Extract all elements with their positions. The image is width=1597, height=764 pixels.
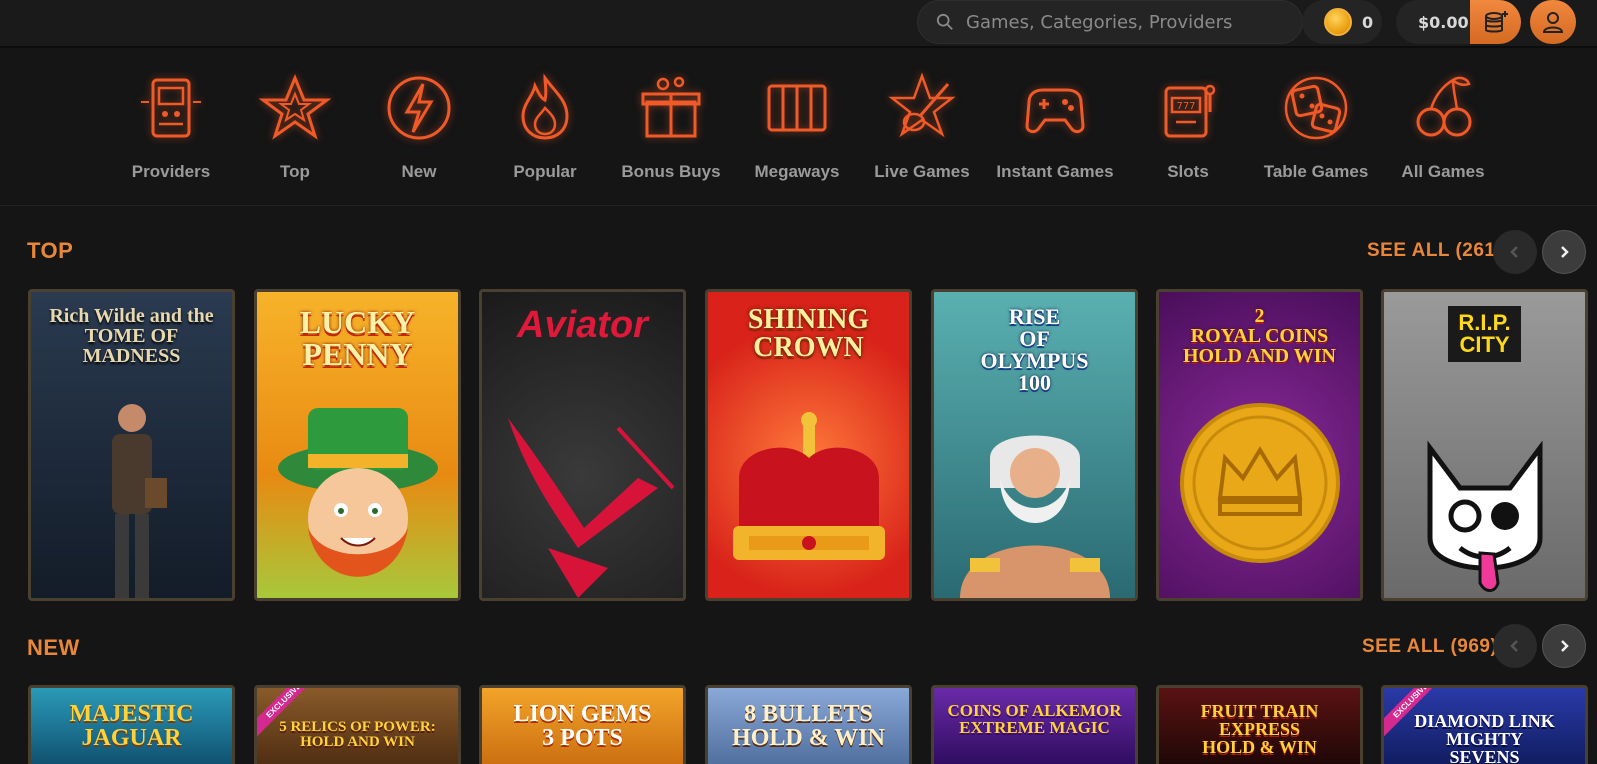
user-icon bbox=[1542, 12, 1564, 33]
category-label: Instant Games bbox=[996, 162, 1114, 181]
category-all-games[interactable]: All Games bbox=[1383, 68, 1503, 182]
carousel-next-button[interactable] bbox=[1542, 230, 1586, 274]
carousel-prev-button[interactable] bbox=[1493, 230, 1537, 274]
category-label: Live Games bbox=[874, 162, 970, 181]
game-title: RISE OF OLYMPUS 100 bbox=[980, 304, 1089, 395]
category-live-games[interactable]: Live Games bbox=[862, 68, 982, 182]
guitar-icon bbox=[884, 68, 960, 148]
category-providers[interactable]: Providers bbox=[111, 68, 231, 182]
chevron-left-icon bbox=[1510, 640, 1518, 652]
category-label: Bonus Buys bbox=[621, 162, 721, 181]
search-input[interactable] bbox=[966, 11, 1286, 33]
game-title: 2 ROYAL COINS HOLD AND WIN bbox=[1183, 305, 1336, 367]
game-art bbox=[482, 398, 683, 598]
star-icon bbox=[257, 68, 333, 148]
category-slots[interactable]: 777 Slots bbox=[1128, 68, 1248, 182]
see-all-link[interactable]: SEE ALL (969) bbox=[1362, 636, 1497, 658]
see-all-link[interactable]: SEE ALL (261) bbox=[1367, 240, 1502, 262]
balance-amount: $0.00 bbox=[1418, 12, 1469, 32]
chevron-right-icon bbox=[1561, 640, 1569, 652]
coin-stack-icon bbox=[1484, 11, 1508, 33]
game-title: R.I.P. CITY bbox=[1448, 306, 1521, 362]
svg-text:777: 777 bbox=[1176, 101, 1195, 112]
game-card[interactable]: SHINING CROWN bbox=[705, 289, 912, 601]
game-art bbox=[934, 418, 1135, 598]
game-art bbox=[31, 388, 232, 598]
chevron-right-icon bbox=[1561, 246, 1569, 258]
game-card[interactable]: R.I.P. CITY bbox=[1381, 289, 1588, 601]
game-title: LUCKY PENNY bbox=[299, 304, 416, 372]
carousel-prev-button[interactable] bbox=[1493, 624, 1537, 668]
carousel-next-button[interactable] bbox=[1542, 624, 1586, 668]
game-title: Rich Wilde and the TOME OF MADNESS bbox=[49, 305, 214, 367]
cherries-icon bbox=[1405, 68, 1481, 148]
game-title: 8 BULLETS HOLD & WIN bbox=[732, 701, 885, 751]
game-card[interactable]: Rich Wilde and the TOME OF MADNESS bbox=[28, 289, 235, 601]
category-label: Table Games bbox=[1263, 162, 1369, 181]
game-title: Aviator bbox=[517, 304, 648, 346]
game-card[interactable]: LUCKY PENNY bbox=[254, 289, 461, 601]
game-art bbox=[1384, 408, 1585, 598]
game-title: SHINING CROWN bbox=[747, 304, 870, 363]
category-top[interactable]: Top bbox=[235, 68, 355, 182]
coin-icon bbox=[1324, 8, 1352, 36]
category-label: Popular bbox=[513, 162, 577, 181]
game-title: 5 RELICS OF POWER: HOLD AND WIN bbox=[279, 719, 436, 750]
category-label: Slots bbox=[1167, 162, 1209, 181]
flame-icon bbox=[507, 68, 583, 148]
game-title: LION GEMS 3 POTS bbox=[513, 701, 652, 751]
category-label: All Games bbox=[1401, 162, 1485, 181]
category-new[interactable]: New bbox=[359, 68, 479, 182]
gamepad-icon bbox=[1017, 68, 1093, 148]
game-art bbox=[257, 398, 458, 598]
game-card[interactable]: EXCLUSIVE 5 RELICS OF POWER: HOLD AND WI… bbox=[254, 685, 461, 764]
game-art bbox=[708, 408, 909, 598]
coins-count: 0 bbox=[1362, 12, 1374, 32]
game-title: COINS OF ALKEMOR EXTREME MAGIC bbox=[947, 701, 1122, 737]
section-title: TOP bbox=[27, 238, 74, 263]
category-table-games[interactable]: Table Games bbox=[1256, 68, 1376, 182]
gift-box-icon bbox=[633, 68, 709, 148]
game-card[interactable]: EXCLUSIVE DIAMOND LINK MIGHTY SEVENS bbox=[1381, 685, 1588, 764]
category-nav: Providers Top New Popular Bonus Buys Meg… bbox=[0, 58, 1597, 206]
category-label: Providers bbox=[131, 162, 211, 181]
game-title: FRUIT TRAIN EXPRESS HOLD & WIN bbox=[1200, 701, 1319, 757]
game-card[interactable]: COINS OF ALKEMOR EXTREME MAGIC bbox=[931, 685, 1138, 764]
search-box[interactable] bbox=[917, 0, 1303, 44]
arcade-cabinet-icon bbox=[133, 68, 209, 148]
game-art bbox=[1159, 398, 1360, 568]
search-icon bbox=[936, 13, 953, 30]
category-megaways[interactable]: Megaways bbox=[737, 68, 857, 182]
user-account-button[interactable] bbox=[1530, 0, 1576, 44]
game-card[interactable]: 8 BULLETS HOLD & WIN bbox=[705, 685, 912, 764]
top-bar: 0 $0.00 bbox=[0, 0, 1597, 48]
deposit-button[interactable] bbox=[1470, 0, 1521, 44]
category-label: Top bbox=[280, 162, 310, 181]
dice-icon bbox=[1278, 68, 1354, 148]
category-label: Megaways bbox=[754, 162, 840, 181]
category-instant-games[interactable]: Instant Games bbox=[995, 68, 1115, 182]
section-title: NEW bbox=[27, 635, 80, 660]
game-card[interactable]: Aviator bbox=[479, 289, 686, 601]
game-card[interactable]: 2 ROYAL COINS HOLD AND WIN bbox=[1156, 289, 1363, 601]
game-card[interactable]: FRUIT TRAIN EXPRESS HOLD & WIN bbox=[1156, 685, 1363, 764]
game-card[interactable]: LION GEMS 3 POTS bbox=[479, 685, 686, 764]
game-title: MAJESTIC JAGUAR bbox=[69, 701, 194, 751]
category-label: New bbox=[401, 162, 437, 181]
game-card[interactable]: RISE OF OLYMPUS 100 bbox=[931, 289, 1138, 601]
category-bonus-buys[interactable]: Bonus Buys bbox=[611, 68, 731, 182]
slot-machine-icon: 777 bbox=[1150, 68, 1226, 148]
coins-balance[interactable]: 0 bbox=[1302, 0, 1382, 44]
megaways-icon bbox=[759, 68, 835, 148]
chevron-left-icon bbox=[1510, 246, 1518, 258]
lightning-icon bbox=[381, 68, 457, 148]
game-card[interactable]: MAJESTIC JAGUAR bbox=[28, 685, 235, 764]
category-popular[interactable]: Popular bbox=[485, 68, 605, 182]
game-title: DIAMOND LINK MIGHTY SEVENS bbox=[1414, 711, 1555, 764]
